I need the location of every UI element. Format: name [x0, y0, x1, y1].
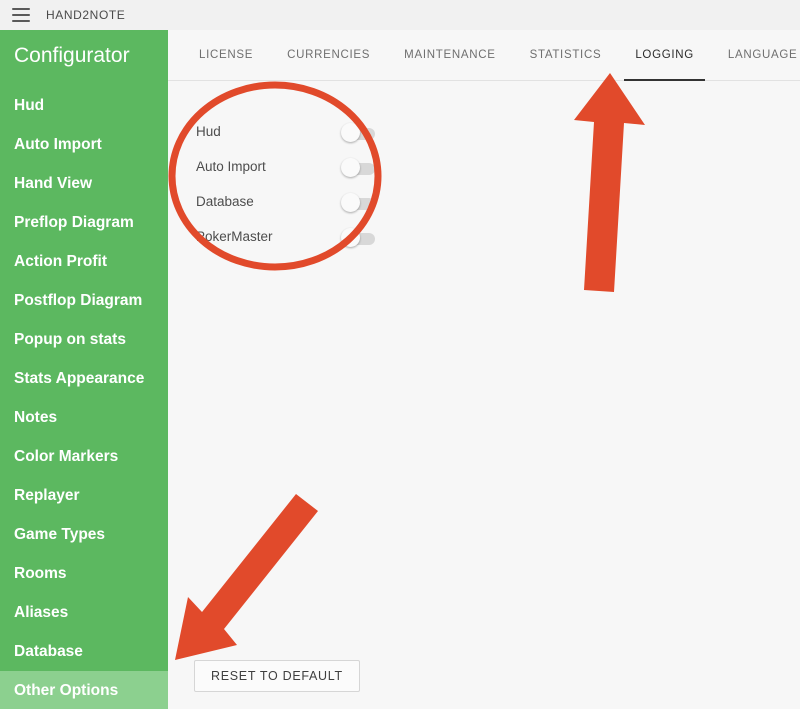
toggle-row-database: Database: [196, 184, 506, 219]
sidebar-item-aliases[interactable]: Aliases: [0, 593, 168, 632]
hamburger-icon[interactable]: [12, 8, 30, 22]
toggle-row-hud: Hud: [196, 114, 506, 149]
toggle-knob: [341, 227, 360, 247]
sidebar-item-hand-view[interactable]: Hand View: [0, 164, 168, 203]
toggle-label-database: Database: [196, 194, 254, 209]
tab-bar: LICENSE CURRENCIES MAINTENANCE STATISTIC…: [168, 30, 800, 81]
tab-language[interactable]: LANGUAGE: [711, 30, 800, 81]
sidebar-item-preflop-diagram[interactable]: Preflop Diagram: [0, 203, 168, 242]
content-area: LICENSE CURRENCIES MAINTENANCE STATISTIC…: [168, 30, 800, 709]
toggle-label-auto-import: Auto Import: [196, 159, 266, 174]
toggle-knob: [341, 192, 360, 212]
sidebar-item-postflop-diagram[interactable]: Postflop Diagram: [0, 281, 168, 320]
toggle-knob: [341, 122, 360, 142]
toggle-switch-hud[interactable]: [341, 122, 377, 142]
tab-license[interactable]: LICENSE: [182, 30, 270, 81]
toggle-label-pokermaster: PokerMaster: [196, 229, 273, 244]
toggle-switch-database[interactable]: [341, 192, 377, 212]
tab-statistics[interactable]: STATISTICS: [513, 30, 619, 81]
toggle-row-pokermaster: PokerMaster: [196, 219, 506, 254]
application-window: HAND2NOTE Configurator Hud Auto Import H…: [0, 0, 800, 709]
toggle-row-auto-import: Auto Import: [196, 149, 506, 184]
toggle-label-hud: Hud: [196, 124, 221, 139]
sidebar-item-action-profit[interactable]: Action Profit: [0, 242, 168, 281]
toggle-switch-auto-import[interactable]: [341, 157, 377, 177]
sidebar-item-popup-on-stats[interactable]: Popup on stats: [0, 320, 168, 359]
title-bar: HAND2NOTE: [0, 0, 800, 31]
sidebar-item-other-options[interactable]: Other Options: [0, 671, 168, 709]
toggle-knob: [341, 157, 360, 177]
sidebar-item-notes[interactable]: Notes: [0, 398, 168, 437]
sidebar-item-list: Hud Auto Import Hand View Preflop Diagra…: [0, 82, 168, 709]
toggle-switch-pokermaster[interactable]: [341, 227, 377, 247]
sidebar-item-hud[interactable]: Hud: [0, 86, 168, 125]
logging-toggle-list: Hud Auto Import Database PokerMaster: [196, 114, 506, 254]
logging-panel: Hud Auto Import Database PokerMaster RES…: [168, 81, 800, 709]
reset-to-default-button[interactable]: RESET TO DEFAULT: [194, 660, 360, 692]
sidebar-item-rooms[interactable]: Rooms: [0, 554, 168, 593]
app-title: HAND2NOTE: [46, 8, 126, 22]
sidebar-item-replayer[interactable]: Replayer: [0, 476, 168, 515]
sidebar-item-stats-appearance[interactable]: Stats Appearance: [0, 359, 168, 398]
tab-logging[interactable]: LOGGING: [618, 30, 711, 81]
tab-currencies[interactable]: CURRENCIES: [270, 30, 387, 81]
sidebar-title: Configurator: [14, 44, 130, 67]
sidebar-item-database[interactable]: Database: [0, 632, 168, 671]
sidebar-item-game-types[interactable]: Game Types: [0, 515, 168, 554]
sidebar-item-auto-import[interactable]: Auto Import: [0, 125, 168, 164]
sidebar-item-color-markers[interactable]: Color Markers: [0, 437, 168, 476]
tab-maintenance[interactable]: MAINTENANCE: [387, 30, 512, 81]
sidebar: Configurator Hud Auto Import Hand View P…: [0, 30, 168, 709]
